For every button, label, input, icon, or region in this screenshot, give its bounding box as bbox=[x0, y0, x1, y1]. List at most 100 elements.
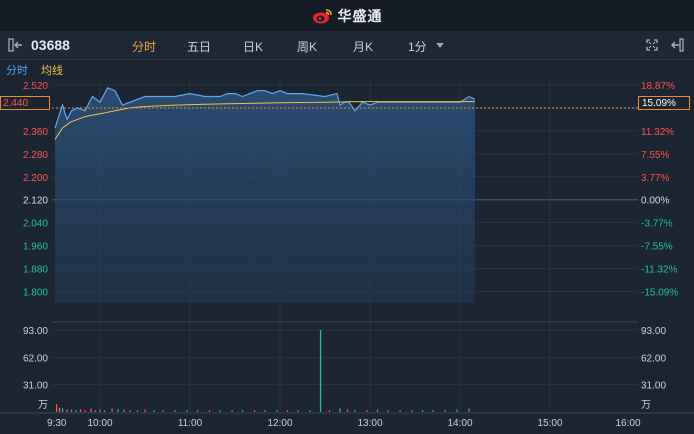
volume-bar bbox=[136, 410, 139, 412]
volume-bar bbox=[219, 410, 221, 412]
volume-bar bbox=[129, 410, 131, 412]
collapse-panel-icon[interactable] bbox=[8, 38, 24, 52]
volume-tick-label: 31.00 bbox=[641, 381, 666, 392]
pct-tick-label: -11.32% bbox=[641, 265, 678, 276]
price-tick-label: 1.800 bbox=[23, 288, 48, 299]
volume-bar bbox=[319, 330, 322, 412]
volume-bar bbox=[58, 407, 61, 412]
volume-bar bbox=[241, 410, 244, 412]
volume-bar bbox=[55, 404, 58, 412]
time-tick-label: 9:30 bbox=[47, 418, 67, 429]
volume-tick-label: 31.00 bbox=[23, 381, 48, 392]
volume-bar bbox=[444, 410, 446, 412]
volume-bar bbox=[297, 410, 299, 412]
volume-bar bbox=[264, 410, 266, 412]
tab-five-day[interactable]: 五日 bbox=[187, 38, 211, 55]
volume-tick-label: 62.00 bbox=[641, 353, 666, 364]
volume-unit-label: 万 bbox=[38, 400, 48, 411]
volume-bar bbox=[328, 410, 331, 412]
time-tick-label: 14:00 bbox=[447, 418, 472, 429]
title-bar: 华盛通 bbox=[0, 0, 694, 31]
app-name: 华盛通 bbox=[337, 7, 383, 24]
volume-unit-label: 万 bbox=[641, 400, 651, 411]
volume-bar bbox=[66, 409, 68, 412]
time-tick-label: 15:00 bbox=[537, 418, 562, 429]
volume-bar bbox=[253, 410, 256, 412]
logo: 华盛通 bbox=[312, 6, 383, 26]
pct-tick-label: -15.09% bbox=[641, 288, 678, 299]
chevron-down-icon[interactable] bbox=[436, 43, 444, 48]
weibo-logo-icon bbox=[312, 8, 332, 23]
time-tick-label: 13:00 bbox=[357, 418, 382, 429]
pct-tick-label: 3.77% bbox=[641, 173, 669, 184]
volume-bar bbox=[196, 410, 199, 412]
volume-bar bbox=[231, 410, 233, 412]
volume-bar bbox=[61, 408, 64, 412]
price-tick-label: 2.280 bbox=[23, 150, 48, 161]
volume-bar bbox=[276, 410, 278, 412]
price-tick-label: 1.960 bbox=[23, 242, 48, 253]
pct-tick-label: -3.77% bbox=[641, 219, 673, 230]
volume-bar bbox=[174, 410, 176, 412]
expand-icon[interactable] bbox=[646, 39, 658, 51]
volume-bar bbox=[208, 410, 211, 412]
volume-bar bbox=[346, 409, 349, 412]
volume-bar bbox=[354, 410, 356, 412]
volume-bar bbox=[70, 409, 73, 412]
volume-bar bbox=[376, 409, 379, 412]
volume-bar bbox=[75, 410, 77, 412]
volume-bar bbox=[366, 410, 368, 412]
tab-daily-k[interactable]: 日K bbox=[243, 38, 263, 55]
volume-tick-label: 93.00 bbox=[23, 326, 48, 337]
time-tick-label: 10:00 bbox=[87, 418, 112, 429]
volume-bar bbox=[468, 408, 470, 412]
time-tick-label: 12:00 bbox=[267, 418, 292, 429]
price-tick-label: 2.120 bbox=[23, 196, 48, 207]
volume-bar bbox=[99, 409, 101, 412]
volume-bar bbox=[286, 410, 289, 412]
volume-bar bbox=[111, 408, 113, 412]
price-area bbox=[55, 87, 475, 304]
price-tick-label: 2.200 bbox=[23, 173, 48, 184]
pct-tick-label: 7.55% bbox=[641, 150, 669, 161]
volume-bar bbox=[162, 410, 164, 412]
time-tick-label: 16:00 bbox=[615, 418, 640, 429]
tab-monthly-k[interactable]: 月K bbox=[353, 38, 373, 55]
volume-bar bbox=[411, 410, 413, 412]
price-tick-label: 2.040 bbox=[23, 219, 48, 230]
volume-bar bbox=[456, 409, 458, 412]
legend-intraday: 分时 bbox=[6, 65, 28, 77]
volume-bar bbox=[123, 409, 125, 412]
volume-tick-label: 93.00 bbox=[641, 326, 666, 337]
volume-bar bbox=[432, 410, 434, 412]
price-tick-label: 2.520 bbox=[23, 81, 48, 92]
time-tick-label: 11:00 bbox=[178, 418, 203, 429]
volume-bar bbox=[144, 409, 146, 412]
pct-tick-label: -7.55% bbox=[641, 242, 673, 253]
tab-intraday[interactable]: 分时 bbox=[132, 38, 156, 55]
tab-weekly-k[interactable]: 周K bbox=[297, 38, 317, 55]
stock-code: 03688 bbox=[31, 37, 70, 53]
volume-bar bbox=[103, 410, 106, 412]
tab-1min-dropdown[interactable]: 1分 bbox=[408, 38, 427, 55]
price-tick-label: 1.880 bbox=[23, 265, 48, 276]
pct-tick-label: 18.87% bbox=[641, 81, 675, 92]
volume-bar bbox=[117, 409, 119, 412]
volume-bar bbox=[399, 410, 401, 412]
toolbar: 03688 分时 五日 日K 周K 月K 1分 bbox=[0, 31, 694, 60]
price-tick-label: 2.360 bbox=[23, 127, 48, 138]
current-pct-tag: 15.09% bbox=[638, 96, 690, 110]
volume-bar bbox=[79, 409, 82, 412]
pct-tick-label: 0.00% bbox=[641, 196, 669, 207]
restore-panel-icon[interactable] bbox=[670, 38, 684, 52]
chart-legend: 分时 均线 bbox=[0, 60, 694, 78]
volume-bar bbox=[90, 408, 92, 412]
volume-bar bbox=[421, 410, 424, 412]
volume-tick-label: 62.00 bbox=[23, 353, 48, 364]
volume-bar bbox=[94, 410, 97, 412]
volume-bar bbox=[84, 410, 86, 412]
current-price-tag: 2.440 bbox=[0, 96, 50, 110]
volume-bar bbox=[387, 410, 389, 412]
legend-average: 均线 bbox=[41, 65, 63, 77]
volume-bar bbox=[153, 410, 155, 412]
